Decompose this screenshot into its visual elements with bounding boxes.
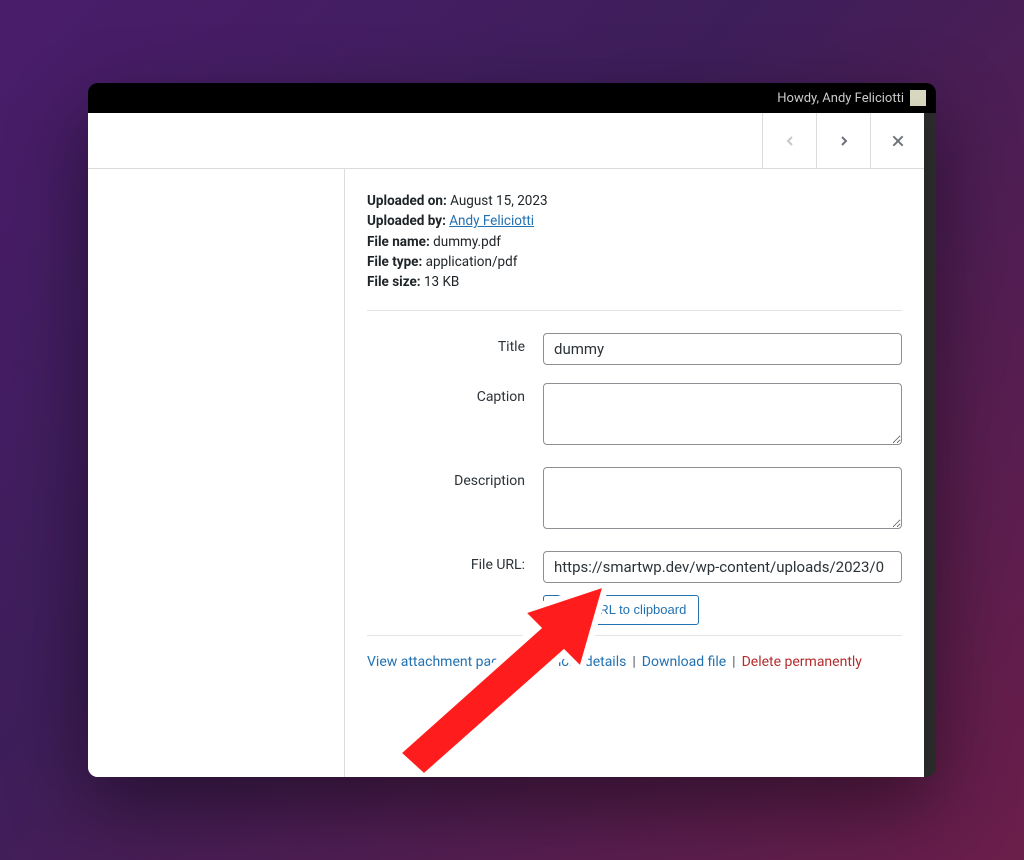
uploaded-on-label: Uploaded on: bbox=[367, 193, 447, 209]
uploaded-by-link[interactable]: Andy Feliciotti bbox=[449, 213, 534, 229]
admin-greeting[interactable]: Howdy, Andy Feliciotti bbox=[777, 91, 904, 106]
uploaded-on-value: August 15, 2023 bbox=[450, 193, 547, 209]
file-name-value: dummy.pdf bbox=[433, 234, 501, 250]
uploaded-by-label: Uploaded by: bbox=[367, 213, 446, 229]
attachment-details-modal: Uploaded on: August 15, 2023 Uploaded by… bbox=[88, 113, 924, 777]
attachment-meta: Uploaded on: August 15, 2023 Uploaded by… bbox=[367, 191, 902, 292]
caption-field: Caption bbox=[367, 383, 902, 449]
description-input[interactable] bbox=[543, 467, 902, 529]
copy-url-button[interactable]: Copy URL to clipboard bbox=[543, 595, 699, 625]
attachment-details-pane: Uploaded on: August 15, 2023 Uploaded by… bbox=[344, 169, 924, 777]
file-name-label: File name: bbox=[367, 234, 430, 250]
file-url-input[interactable] bbox=[543, 551, 902, 583]
caption-label: Caption bbox=[367, 383, 543, 405]
browser-window: Howdy, Andy Feliciotti Uploaded on: Augu… bbox=[88, 83, 936, 777]
description-field: Description bbox=[367, 467, 902, 533]
chevron-left-icon bbox=[782, 133, 798, 149]
file-size-value: 13 KB bbox=[424, 274, 459, 290]
chevron-right-icon bbox=[836, 133, 852, 149]
modal-body: Uploaded on: August 15, 2023 Uploaded by… bbox=[88, 169, 924, 777]
download-file-link[interactable]: Download file bbox=[642, 654, 726, 670]
attachment-preview-pane bbox=[88, 169, 344, 777]
description-label: Description bbox=[367, 467, 543, 489]
next-button[interactable] bbox=[816, 113, 870, 168]
edit-details-link[interactable]: Edit more details bbox=[522, 654, 627, 670]
admin-bar: Howdy, Andy Feliciotti bbox=[88, 83, 936, 113]
avatar[interactable] bbox=[910, 90, 926, 106]
close-button[interactable] bbox=[870, 113, 924, 168]
file-url-label: File URL: bbox=[367, 551, 543, 573]
caption-input[interactable] bbox=[543, 383, 902, 445]
file-type-value: application/pdf bbox=[426, 254, 518, 270]
file-url-field: File URL: Copy URL to clipboard bbox=[367, 551, 902, 625]
modal-header bbox=[88, 113, 924, 169]
divider bbox=[367, 310, 902, 311]
title-field: Title bbox=[367, 333, 902, 365]
view-attachment-link[interactable]: View attachment page bbox=[367, 654, 506, 670]
title-label: Title bbox=[367, 333, 543, 355]
close-icon bbox=[890, 133, 906, 149]
delete-permanently-link[interactable]: Delete permanently bbox=[742, 654, 862, 670]
attachment-actions: View attachment page|Edit more details|D… bbox=[367, 635, 902, 700]
title-input[interactable] bbox=[543, 333, 902, 365]
file-type-label: File type: bbox=[367, 254, 422, 270]
file-size-label: File size: bbox=[367, 274, 421, 290]
prev-button bbox=[762, 113, 816, 168]
